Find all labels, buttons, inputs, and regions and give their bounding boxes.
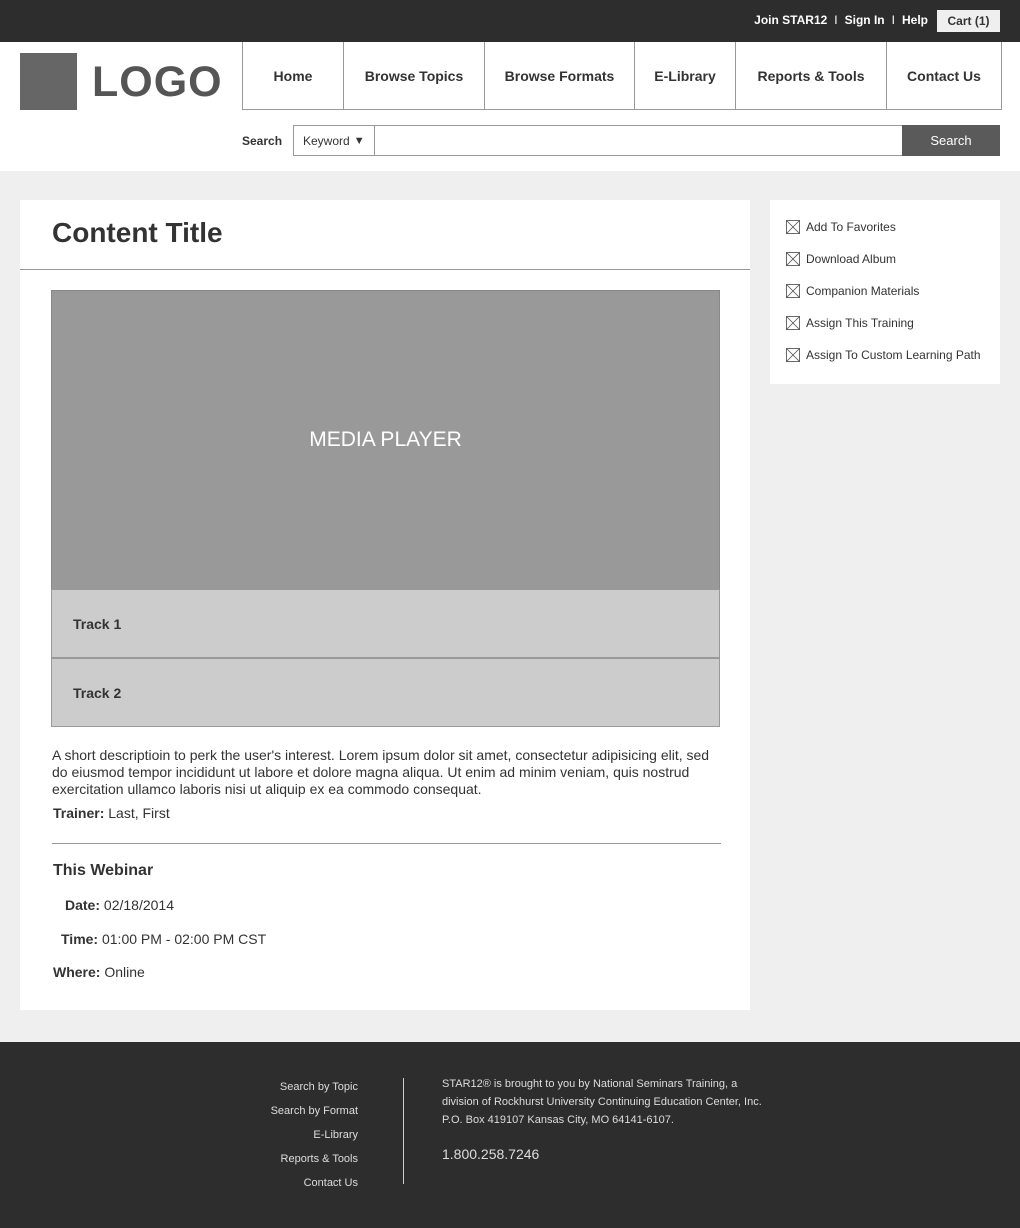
trainer-info: Trainer: Last, First bbox=[53, 805, 170, 821]
nav-browse-formats[interactable]: Browse Formats bbox=[484, 42, 634, 109]
time-label: Time: bbox=[61, 931, 99, 947]
date-label: Date: bbox=[65, 897, 101, 913]
site-header: LOGO Home Browse Topics Browse Formats E… bbox=[0, 42, 1020, 171]
webinar-date: Date: 02/18/2014 bbox=[65, 897, 174, 913]
search-type-select[interactable]: Keyword ▼ bbox=[293, 125, 375, 156]
site-footer: Search by Topic Search by Format E-Libra… bbox=[0, 1042, 1020, 1228]
footer-about-text: STAR12® is brought to you by National Se… bbox=[442, 1078, 762, 1126]
track-item[interactable]: Track 1 bbox=[51, 589, 720, 658]
search-type-value: Keyword bbox=[303, 133, 350, 148]
cart-button[interactable]: Cart (1) bbox=[937, 10, 1000, 32]
footer-link-search-format[interactable]: Search by Format bbox=[271, 1099, 358, 1123]
link-separator: I bbox=[834, 13, 838, 27]
logo-image-placeholder[interactable] bbox=[20, 53, 77, 110]
main-nav: Home Browse Topics Browse Formats E-Libr… bbox=[242, 42, 1002, 110]
nav-browse-topics[interactable]: Browse Topics bbox=[343, 42, 484, 109]
action-label: Companion Materials bbox=[806, 284, 920, 298]
placeholder-icon bbox=[786, 284, 800, 298]
media-player[interactable]: MEDIA PLAYER bbox=[51, 290, 720, 590]
footer-link-search-topic[interactable]: Search by Topic bbox=[271, 1075, 358, 1099]
action-label: Add To Favorites bbox=[806, 220, 896, 234]
footer-divider bbox=[403, 1078, 404, 1184]
account-links: Join STAR12 I Sign In I Help bbox=[754, 13, 928, 27]
content-panel: Content Title MEDIA PLAYER Track 1 Track… bbox=[20, 200, 750, 1010]
action-label: Assign This Training bbox=[806, 316, 914, 330]
where-label: Where: bbox=[53, 964, 101, 980]
track-label: Track 1 bbox=[73, 615, 122, 632]
download-album-action[interactable]: Download Album bbox=[786, 252, 896, 266]
trainer-label: Trainer: bbox=[53, 805, 105, 821]
webinar-heading: This Webinar bbox=[53, 862, 154, 879]
placeholder-icon bbox=[786, 252, 800, 266]
footer-link-contact-us[interactable]: Contact Us bbox=[271, 1171, 358, 1195]
action-label: Assign To Custom Learning Path bbox=[806, 348, 981, 362]
action-label: Download Album bbox=[806, 252, 897, 266]
nav-reports-tools[interactable]: Reports & Tools bbox=[735, 42, 886, 109]
logo-text[interactable]: LOGO bbox=[92, 57, 223, 107]
top-utility-bar: Join STAR12 I Sign In I Help Cart (1) bbox=[0, 0, 1020, 42]
media-player-label: MEDIA PLAYER bbox=[309, 428, 462, 451]
where-value: Online bbox=[104, 964, 145, 980]
webinar-location: Where: Online bbox=[53, 964, 145, 980]
sign-in-link[interactable]: Sign In bbox=[845, 13, 885, 27]
caret-down-icon: ▼ bbox=[353, 134, 365, 147]
placeholder-icon bbox=[786, 348, 800, 362]
search-label: Search bbox=[242, 134, 283, 148]
assign-training-action[interactable]: Assign This Training bbox=[786, 316, 914, 330]
assign-learning-path-action[interactable]: Assign To Custom Learning Path bbox=[786, 348, 981, 362]
footer-phone: 1.800.258.7246 bbox=[442, 1146, 540, 1162]
link-separator: I bbox=[891, 13, 895, 27]
search-button[interactable]: Search bbox=[902, 125, 1000, 156]
add-to-favorites-action[interactable]: Add To Favorites bbox=[786, 220, 896, 234]
time-value: 01:00 PM - 02:00 PM CST bbox=[101, 931, 267, 947]
nav-e-library[interactable]: E-Library bbox=[634, 42, 735, 109]
join-link[interactable]: Join STAR12 bbox=[754, 13, 827, 27]
content-description: A short descriptioin to perk the user's … bbox=[52, 747, 710, 797]
search-input[interactable] bbox=[375, 125, 903, 156]
placeholder-icon bbox=[786, 220, 800, 234]
trainer-name: Last, First bbox=[108, 805, 170, 821]
companion-materials-action[interactable]: Companion Materials bbox=[786, 284, 919, 298]
action-sidebar: Add To Favorites Download Album Companio… bbox=[770, 200, 1000, 384]
help-link[interactable]: Help bbox=[902, 13, 928, 27]
webinar-time: Time: 01:00 PM - 02:00 PM CST bbox=[61, 931, 266, 947]
footer-link-reports-tools[interactable]: Reports & Tools bbox=[271, 1147, 358, 1171]
date-value: 02/18/2014 bbox=[103, 897, 174, 913]
track-label: Track 2 bbox=[73, 684, 122, 701]
footer-link-e-library[interactable]: E-Library bbox=[271, 1123, 358, 1147]
page-title: Content Title bbox=[52, 217, 223, 248]
nav-home[interactable]: Home bbox=[243, 42, 343, 109]
divider bbox=[20, 269, 750, 270]
placeholder-icon bbox=[786, 316, 800, 330]
divider bbox=[52, 843, 721, 844]
footer-links: Search by Topic Search by Format E-Libra… bbox=[271, 1075, 358, 1195]
track-item[interactable]: Track 2 bbox=[51, 658, 720, 727]
nav-contact-us[interactable]: Contact Us bbox=[886, 42, 1001, 109]
